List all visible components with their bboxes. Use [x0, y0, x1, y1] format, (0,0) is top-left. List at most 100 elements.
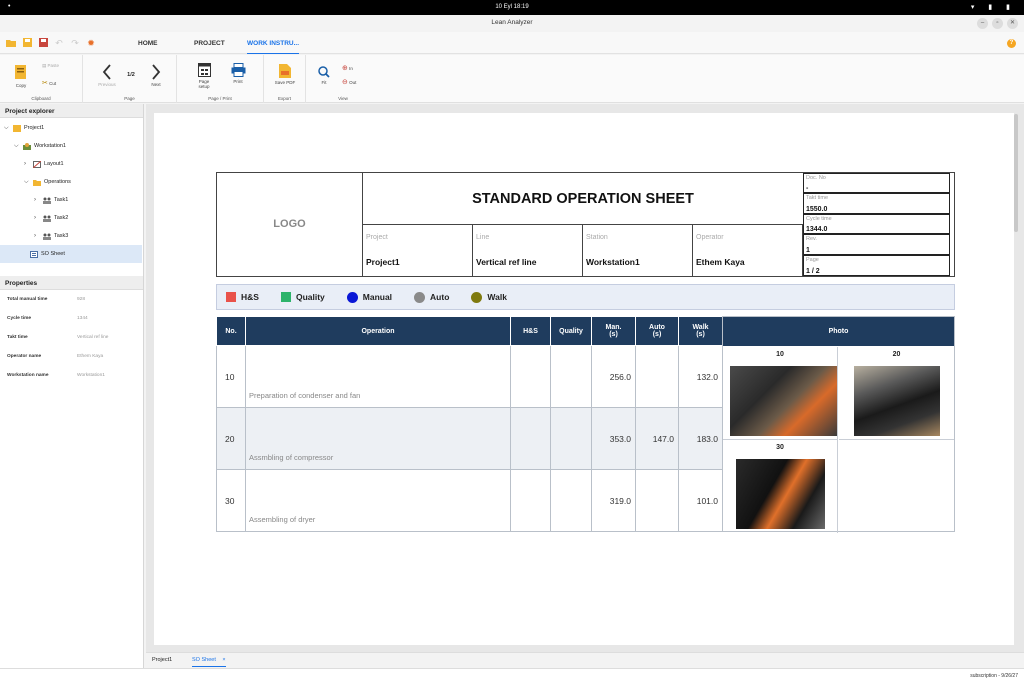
- project-icon: [13, 124, 21, 132]
- save-icon[interactable]: [22, 38, 32, 48]
- copy-button[interactable]: Copy: [10, 63, 32, 88]
- property-row[interactable]: Cycle time 1344: [0, 309, 143, 328]
- zoom-in-icon: ⊕: [342, 65, 348, 72]
- settings-gear-icon[interactable]: ✹: [86, 38, 96, 48]
- paste-icon: ▤: [42, 63, 47, 68]
- page-group: Previous 1/2 Next Page: [83, 55, 177, 103]
- help-icon[interactable]: ?: [1007, 39, 1016, 48]
- print-button[interactable]: Print: [227, 63, 249, 84]
- property-row[interactable]: Operator name Ethem Kaya: [0, 347, 143, 366]
- project-tree: ⌵ Project1 ⌵ Workstation1 › Layout1 ⌵ Op…: [0, 118, 143, 276]
- window-title: Lean Analyzer: [491, 19, 533, 26]
- photo-header: Photo: [723, 317, 954, 346]
- zoom-out-button[interactable]: ⊖ Out: [342, 78, 366, 86]
- printer-icon: [231, 63, 245, 77]
- layout-icon: [33, 160, 41, 168]
- operation-photo[interactable]: [854, 366, 940, 436]
- project-cell: Project Project1: [363, 225, 473, 276]
- tree-item-layout[interactable]: › Layout1: [24, 155, 64, 173]
- zoom-in-button[interactable]: ⊕ In: [342, 64, 366, 72]
- copy-icon: [15, 65, 26, 79]
- doc-tab-so-sheet[interactable]: SO Sheet ×: [192, 657, 226, 667]
- photo-panel: Photo 10 20 30: [722, 316, 955, 533]
- photo-cell: 30: [723, 440, 838, 533]
- tree-item-task3[interactable]: › Task3: [34, 227, 68, 245]
- chevron-right-icon: ›: [24, 161, 26, 167]
- workstation-icon: [23, 142, 31, 150]
- system-clock: 10 Eyl 18:19: [495, 4, 529, 10]
- clipboard-group: Copy ▤ Paste ✂ Cut Clipboard: [0, 55, 83, 103]
- document-viewport[interactable]: LOGO STANDARD OPERATION SHEET Project Pr…: [146, 104, 1024, 652]
- tab-work-instructions[interactable]: WORK INSTRU...: [247, 40, 299, 54]
- previous-button[interactable]: Previous: [95, 64, 119, 87]
- tab-project[interactable]: PROJECT: [194, 40, 225, 47]
- photo-cell: 20: [839, 347, 954, 440]
- task-icon: [43, 215, 51, 222]
- sheet-icon: [30, 250, 38, 258]
- tree-item-task1[interactable]: › Task1: [34, 191, 68, 209]
- tree-item-so-sheet[interactable]: SO Sheet: [0, 245, 142, 263]
- ribbon-toolbar: Copy ▤ Paste ✂ Cut Clipboard Previous 1/…: [0, 55, 1024, 103]
- line-cell: Line Vertical ref line: [473, 225, 583, 276]
- paste-button[interactable]: ▤ Paste: [42, 63, 72, 69]
- save-pdf-button[interactable]: Save PDF: [273, 64, 297, 85]
- page-setup-icon: [197, 63, 211, 77]
- folder-icon: [33, 179, 41, 186]
- property-row[interactable]: Takt time Vertical ref line: [0, 328, 143, 347]
- sheet-header: LOGO STANDARD OPERATION SHEET Project Pr…: [216, 172, 955, 277]
- pdf-file-icon: [279, 64, 291, 78]
- vertical-scrollbar[interactable]: [1014, 114, 1018, 232]
- undo-icon[interactable]: ↶: [54, 38, 64, 48]
- cycle-time-box: Cycle time 1344.0: [803, 214, 950, 234]
- tab-home[interactable]: HOME: [138, 40, 158, 47]
- zoom-out-icon: ⊖: [342, 79, 348, 86]
- tree-item-workstation[interactable]: ⌵ Workstation1: [14, 137, 66, 155]
- page-print-group: Page setup Print Page / Print: [177, 55, 264, 103]
- sheet-title: STANDARD OPERATION SHEET: [363, 173, 803, 225]
- minimize-button[interactable]: –: [977, 18, 988, 29]
- cut-button[interactable]: ✂ Cut: [42, 79, 72, 87]
- auto-color-swatch: [414, 291, 426, 303]
- subscription-info: subscription - 9/26/27: [970, 673, 1018, 679]
- chevron-right-icon: [152, 64, 161, 80]
- status-icons: ▾ ▮ ▮: [970, 4, 1016, 11]
- open-folder-icon[interactable]: [6, 38, 16, 48]
- fit-button[interactable]: Fit: [316, 66, 332, 85]
- operation-photo[interactable]: [730, 366, 837, 436]
- zoom-fit-icon: [318, 66, 330, 78]
- chevron-right-icon: ›: [34, 197, 36, 203]
- property-row[interactable]: Workstation name Workstation1: [0, 366, 143, 385]
- view-group: Fit ⊕ In ⊖ Out View: [306, 55, 380, 103]
- sidebar: Project explorer ⌵ Project1 ⌵ Workstatio…: [0, 104, 144, 668]
- chevron-down-icon: ⌵: [4, 125, 9, 131]
- operation-photo[interactable]: [736, 459, 825, 529]
- chevron-left-icon: [102, 64, 111, 80]
- cut-icon: ✂: [42, 80, 48, 87]
- walk-color-swatch: [471, 291, 483, 303]
- property-row[interactable]: Total manual time 928: [0, 290, 143, 309]
- task-icon: [43, 233, 51, 240]
- table-row: 30 Assembling of dryer 319.0 101.0: [216, 469, 723, 532]
- close-button[interactable]: ✕: [1007, 18, 1018, 29]
- maximize-button[interactable]: ▫: [992, 18, 1003, 29]
- doc-tab-project[interactable]: Project1: [152, 657, 172, 663]
- quality-color-swatch: [280, 292, 291, 302]
- redo-icon[interactable]: ↷: [70, 38, 80, 48]
- save-as-icon[interactable]: [38, 38, 48, 48]
- legend: H&S Quality Manual Auto Walk: [216, 284, 955, 310]
- chevron-right-icon: ›: [34, 215, 36, 221]
- page-setup-button[interactable]: Page setup: [193, 63, 215, 89]
- table-row: 10 Preparation of condenser and fan 256.…: [216, 345, 723, 408]
- tree-item-task2[interactable]: › Task2: [34, 209, 68, 227]
- photo-cell: 10: [723, 347, 838, 440]
- task-icon: [43, 197, 51, 204]
- table-header: No. Operation H&S Quality Man. (s) Auto (s…: [216, 316, 723, 346]
- properties-title: Properties: [0, 276, 143, 290]
- tree-item-project[interactable]: ⌵ Project1: [4, 119, 44, 137]
- operator-cell: Operator Ethem Kaya: [693, 225, 803, 276]
- hs-color-swatch: [226, 292, 236, 302]
- tree-item-operations[interactable]: ⌵ Operations: [24, 173, 71, 191]
- close-tab-icon[interactable]: ×: [222, 657, 225, 663]
- next-button[interactable]: Next: [147, 64, 165, 87]
- chevron-down-icon: ⌵: [14, 143, 19, 149]
